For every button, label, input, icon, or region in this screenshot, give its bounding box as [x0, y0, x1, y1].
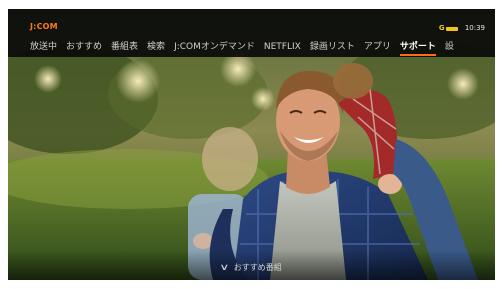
g-coin-indicator-icon: G	[439, 24, 459, 32]
menu-item-search[interactable]: 検索	[147, 41, 165, 53]
main-menu: 放送中 おすすめ 番組表 検索 J:COMオンデマンド NETFLIX 録画リス…	[30, 41, 454, 56]
menu-item-support[interactable]: サポート	[399, 41, 436, 56]
clock: 10:39	[464, 24, 485, 32]
menu-item-netflix[interactable]: NETFLIX	[264, 41, 301, 53]
menu-item-recording-list[interactable]: 録画リスト	[310, 41, 355, 53]
top-navigation-bar: J:COM G 10:39 放送中 おすすめ 番組表 検索 J:COMオンデマン…	[8, 9, 495, 57]
menu-item-program-guide[interactable]: 番組表	[111, 41, 138, 53]
menu-item-recommended[interactable]: おすすめ	[66, 41, 102, 53]
status-area: G 10:39	[439, 24, 485, 33]
tv-screen: J:COM G 10:39 放送中 おすすめ 番組表 検索 J:COMオンデマン…	[8, 9, 495, 280]
chevron-down-icon: ∨	[219, 263, 230, 273]
menu-item-apps[interactable]: アプリ	[364, 41, 391, 53]
recommended-programs-label: おすすめ番組	[233, 263, 282, 272]
menu-item-now-on-air[interactable]: 放送中	[30, 41, 57, 53]
recommended-programs-toggle[interactable]: ∨ おすすめ番組	[8, 262, 495, 273]
menu-item-jcom-on-demand[interactable]: J:COMオンデマンド	[174, 41, 255, 53]
jcom-logo: J:COM	[30, 22, 58, 31]
menu-item-settings[interactable]: 設	[445, 41, 454, 53]
bottom-recommend-bar: ∨ おすすめ番組	[8, 250, 495, 280]
